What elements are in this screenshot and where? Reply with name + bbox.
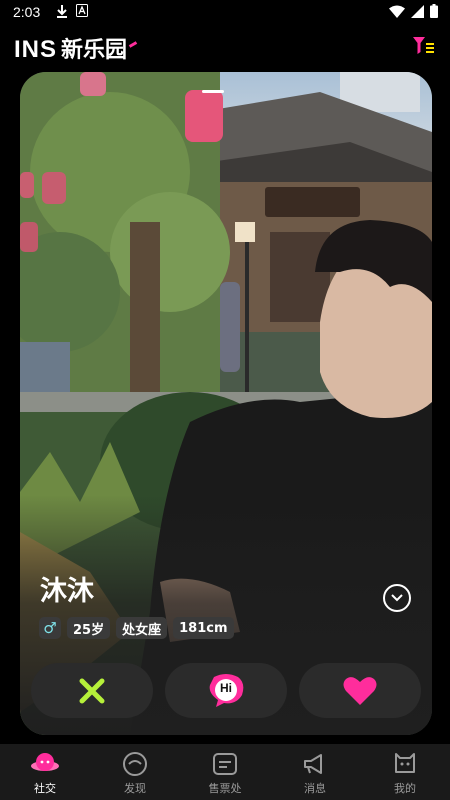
tab-social[interactable]: 社交 (0, 744, 90, 800)
profile-card[interactable]: 沐沐 ♂ 25岁 处女座 181cm Hi (20, 72, 432, 735)
profile-icon (395, 753, 415, 773)
battery-icon (430, 4, 438, 18)
expand-profile-button[interactable] (383, 584, 411, 612)
reject-button[interactable] (31, 663, 153, 718)
wifi-icon (389, 5, 405, 18)
logo-accent-mark (128, 41, 138, 48)
status-time: 2:03 (13, 4, 41, 20)
card-drag-handle[interactable] (202, 90, 224, 93)
age-tag: 25岁 (67, 617, 111, 639)
tab-profile[interactable]: 我的 (360, 744, 450, 800)
say-hi-button[interactable]: Hi (165, 663, 287, 718)
tab-label: 售票处 (208, 782, 242, 795)
filter-button[interactable] (412, 34, 436, 58)
logo-chinese: 新乐园 (61, 38, 128, 63)
download-icon (57, 5, 67, 18)
profile-tags: ♂ 25岁 处女座 181cm (39, 617, 234, 639)
tab-messages[interactable]: 消息 (270, 744, 360, 800)
filter-icon (413, 37, 434, 54)
tab-label: 社交 (34, 782, 56, 795)
like-button[interactable] (299, 663, 421, 718)
a-icon (76, 4, 88, 17)
x-icon (79, 678, 105, 703)
card-actions: Hi (31, 663, 421, 718)
tab-label: 我的 (394, 782, 416, 795)
logo-latin: INS (14, 36, 58, 63)
app-logo: INS 新乐园 (14, 32, 138, 64)
planet-icon (31, 753, 59, 771)
signal-icon (411, 4, 424, 18)
tab-label: 消息 (304, 782, 326, 795)
zodiac-tag: 处女座 (116, 617, 168, 639)
ticket-icon (213, 753, 237, 775)
tab-tickets[interactable]: 售票处 (180, 744, 270, 800)
tab-label: 发现 (124, 782, 146, 795)
gender-tag: ♂ (39, 617, 61, 639)
heart-icon (343, 676, 377, 705)
height-tag: 181cm (173, 617, 234, 639)
status-system-icons (389, 4, 438, 18)
compass-icon (123, 752, 147, 776)
status-notification-icons (56, 4, 88, 18)
say-hi-label: Hi (220, 681, 232, 695)
profile-name: 沐沐 (40, 576, 94, 607)
megaphone-icon (304, 754, 322, 774)
chevron-down-icon (391, 594, 403, 602)
status-bar: 2:03 (0, 0, 450, 24)
bottom-tab-bar: 社交 发现 售票处 消息 我的 (0, 744, 450, 800)
tab-discover[interactable]: 发现 (90, 744, 180, 800)
